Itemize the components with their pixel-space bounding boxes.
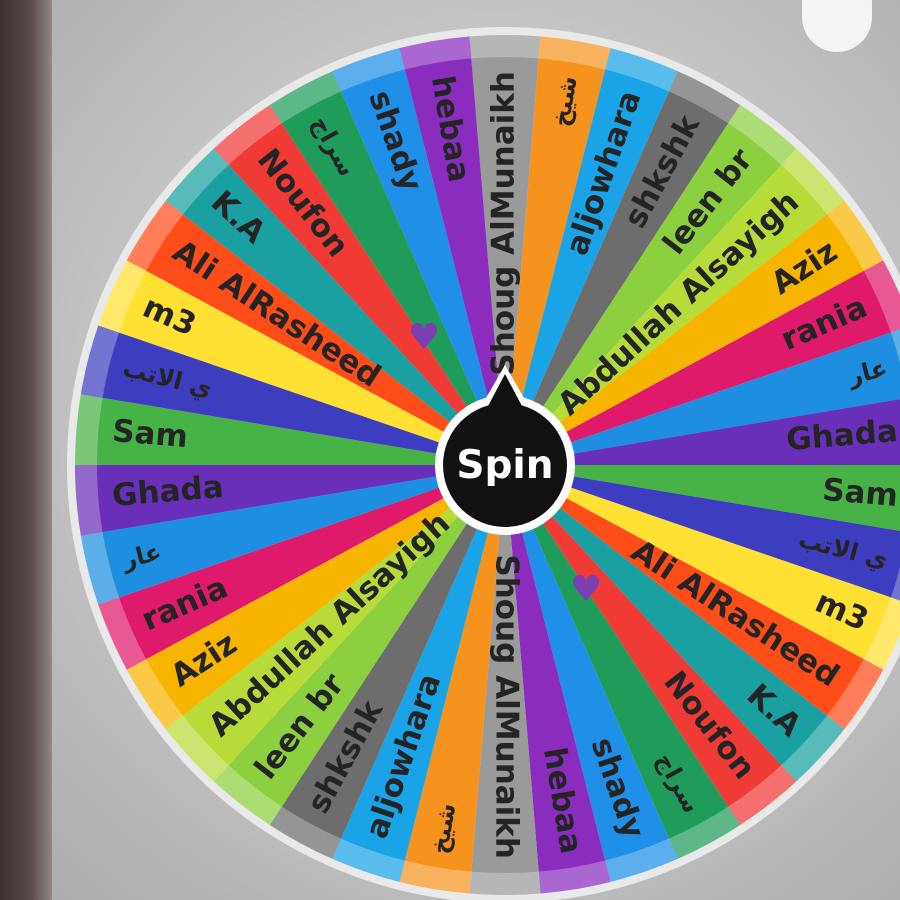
- wheel-entry-label: Shoug AlMunaikh: [486, 71, 522, 376]
- wheel-segment-rim: [469, 871, 541, 895]
- spin-wheel[interactable]: Shoug AlMunaikh شيخaljowharashkshkleen br…: [0, 0, 900, 900]
- wheel-entry-label: Sam: [821, 472, 899, 514]
- wheel-segment-rim: [469, 35, 541, 59]
- wheel-entry-label: Shoug AlMunaikh: [489, 554, 525, 859]
- spin-label: Spin: [456, 443, 553, 488]
- heart-icon: ♥: [570, 569, 602, 610]
- heart-icon: ♥: [408, 317, 440, 358]
- wheel-entry-label: Sam: [111, 413, 189, 455]
